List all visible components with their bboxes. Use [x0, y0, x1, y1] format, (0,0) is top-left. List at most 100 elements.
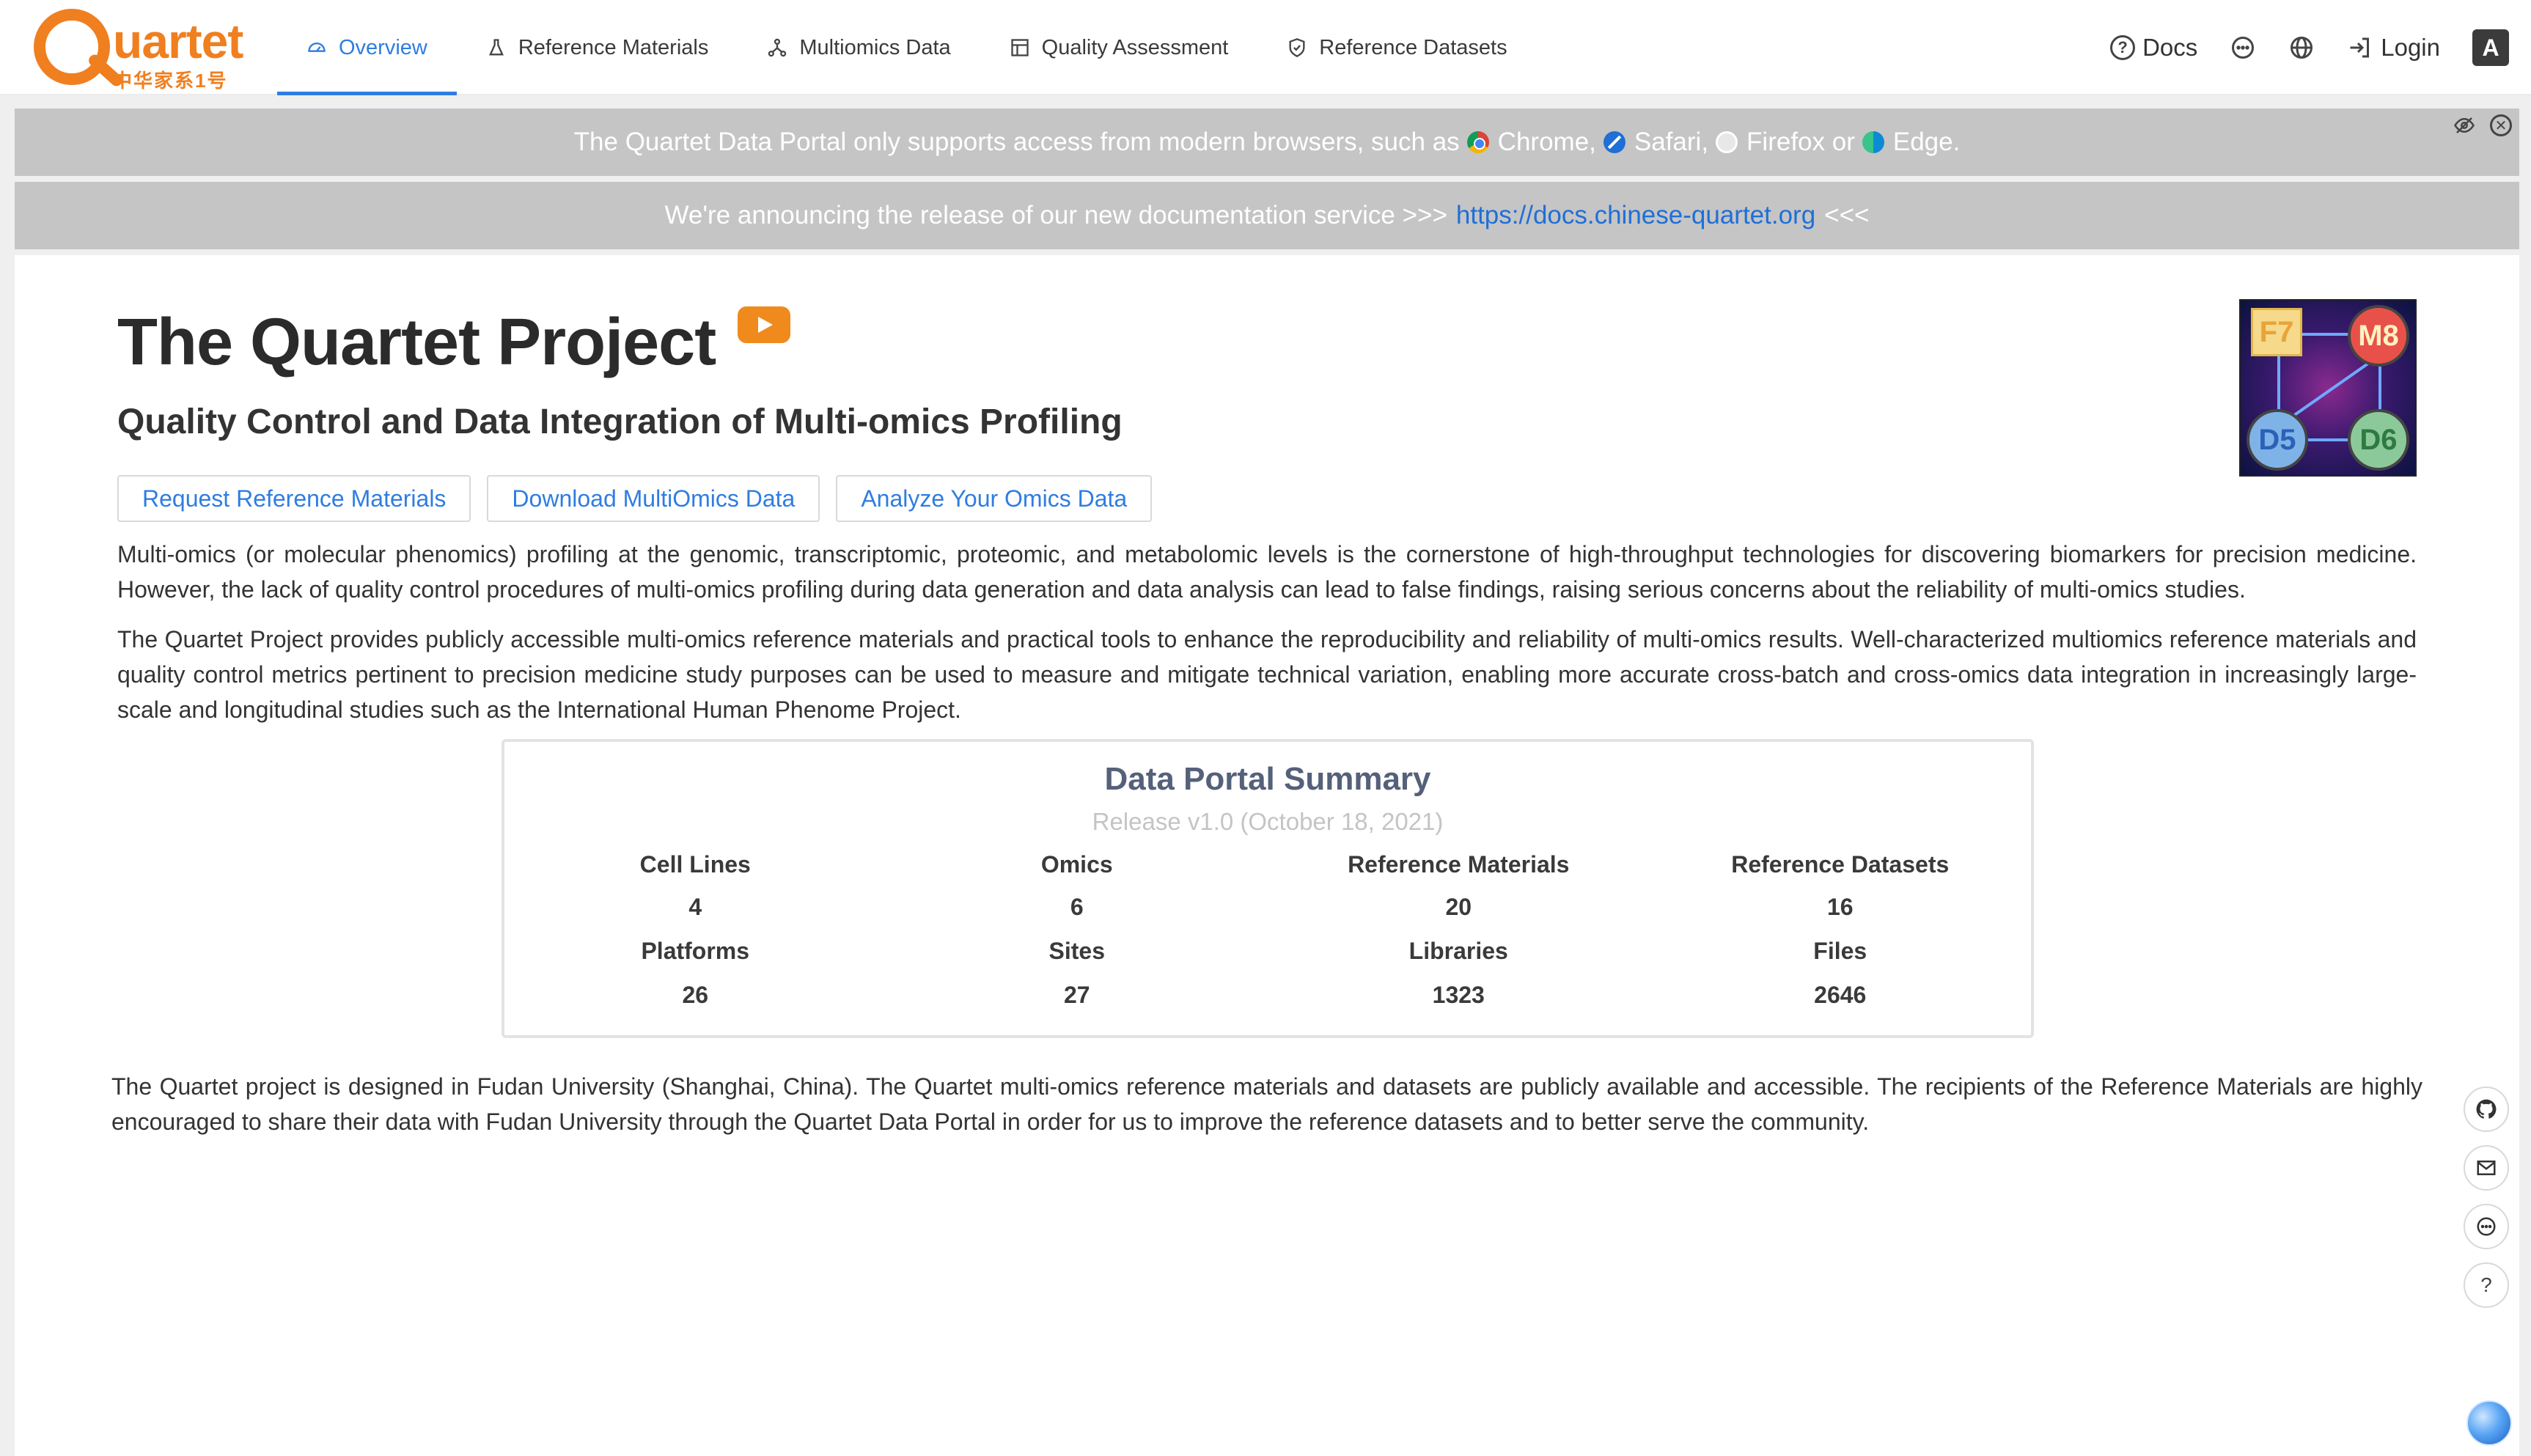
logo-f7: F7: [2251, 308, 2302, 356]
close-icon: ✕: [2494, 117, 2508, 134]
chrome-label: Chrome,: [1497, 128, 1596, 156]
stat-label: Reference Materials: [1348, 850, 1570, 878]
browser-banner-text: The Quartet Data Portal only supports ac…: [573, 128, 1460, 156]
page-subtitle: Quality Control and Data Integration of …: [117, 402, 1123, 441]
tab-reference-materials[interactable]: Reference Materials: [457, 0, 738, 95]
logo-d5: D5: [2247, 409, 2308, 471]
firefox-icon: [1716, 131, 1738, 153]
tab-multiomics-data[interactable]: Multiomics Data: [738, 0, 980, 95]
stat-label: Platforms: [641, 937, 750, 964]
help-button[interactable]: ?: [2464, 1262, 2509, 1308]
eye-off-icon: [2454, 117, 2475, 133]
tab-quality-assessment[interactable]: Quality Assessment: [980, 0, 1258, 95]
stat-value: 27: [1063, 981, 1090, 1008]
logo-q-ring: [34, 9, 110, 85]
app-store-icon: A: [2482, 34, 2499, 61]
content-shell: The Quartet Data Portal only supports ac…: [0, 95, 2531, 1456]
question-circle-icon: ?: [2110, 35, 2136, 60]
hide-banner-button[interactable]: [2453, 114, 2475, 136]
docs-banner-prefix: We're announcing the release of our new …: [664, 201, 1447, 229]
firefox-label: Firefox or: [1746, 128, 1855, 156]
mail-icon: [2477, 1161, 2496, 1175]
tab-overview[interactable]: Overview: [277, 0, 457, 95]
download-multiomics-data-button[interactable]: Download MultiOmics Data: [487, 475, 820, 522]
chat-button[interactable]: [2230, 34, 2256, 61]
tab-quality-assessment-label: Quality Assessment: [1041, 35, 1229, 59]
logo-line-top: [2302, 333, 2354, 336]
logo-line-left: [2277, 356, 2280, 412]
dashboard-icon: [308, 43, 326, 52]
video-play-button[interactable]: [738, 306, 790, 343]
edge-label: Edge.: [1892, 128, 1961, 156]
edge-icon: [1862, 131, 1884, 153]
stat-label: Libraries: [1408, 937, 1508, 964]
close-banner-button[interactable]: ✕: [2490, 114, 2512, 136]
tab-overview-label: Overview: [339, 35, 427, 59]
help-icon: ?: [2480, 1273, 2492, 1296]
flask-icon: [488, 39, 504, 56]
docs-announcement-banner: We're announcing the release of our new …: [15, 182, 2519, 249]
mail-button[interactable]: [2464, 1145, 2509, 1191]
intro-paragraph-2: The Quartet Project provides publicly ac…: [117, 626, 2417, 723]
docs-label: Docs: [2142, 34, 2198, 61]
tab-reference-materials-label: Reference Materials: [518, 35, 709, 59]
logo-wordmark: uartet: [113, 14, 243, 68]
main-card: The Quartet Project Quality Control and …: [15, 255, 2519, 1456]
tab-reference-datasets-label: Reference Datasets: [1319, 35, 1507, 59]
docs-banner-link[interactable]: https://docs.chinese-quartet.org: [1456, 201, 1815, 230]
logo-line-diagonal: [2292, 360, 2373, 417]
app-store-button[interactable]: A: [2472, 29, 2509, 66]
stat-value: 20: [1445, 893, 1472, 920]
summary-stats-grid: Cell Lines Omics Reference Materials Ref…: [504, 843, 2031, 1016]
network-icon: [768, 38, 787, 57]
login-icon: [2350, 37, 2370, 58]
stat-value: 4: [688, 893, 702, 920]
stat-label: Cell Lines: [639, 850, 751, 878]
stat-label: Reference Datasets: [1731, 850, 1950, 878]
summary-title: Data Portal Summary: [1104, 761, 1431, 797]
analyze-omics-data-button[interactable]: Analyze Your Omics Data: [836, 475, 1153, 522]
stat-value: 26: [682, 981, 709, 1008]
docs-link[interactable]: ? Docs: [2110, 34, 2197, 62]
shield-icon: [1289, 38, 1305, 57]
login-button[interactable]: Login: [2347, 34, 2440, 62]
globe-assistant-button[interactable]: [2466, 1400, 2512, 1446]
request-reference-materials-button[interactable]: Request Reference Materials: [117, 475, 471, 522]
language-button[interactable]: [2288, 34, 2315, 61]
logo-m8: M8: [2348, 305, 2409, 367]
browser-support-banner: The Quartet Data Portal only supports ac…: [15, 109, 2519, 176]
table-icon: [1010, 39, 1029, 56]
tab-reference-datasets[interactable]: Reference Datasets: [1257, 0, 1536, 95]
data-portal-summary: Data Portal Summary Release v1.0 (Octobe…: [502, 739, 2034, 1038]
github-icon: [2476, 1099, 2497, 1119]
login-label: Login: [2381, 34, 2440, 61]
stat-value: 2646: [1814, 981, 1867, 1008]
top-navigation: uartet 中华家系1号 Overview Reference Materia…: [0, 0, 2531, 95]
stat-label: Sites: [1048, 937, 1105, 964]
closing-paragraph: The Quartet project is designed in Fudan…: [111, 1073, 2422, 1135]
summary-release: Release v1.0 (October 18, 2021): [1092, 808, 1444, 835]
stat-value: 1323: [1432, 981, 1485, 1008]
stat-value: 6: [1070, 893, 1084, 920]
logo-chinese-text: 中华家系1号: [113, 70, 228, 92]
stat-label: Omics: [1040, 850, 1113, 878]
stat-value: 16: [1826, 893, 1854, 920]
banner-controls: ✕: [2453, 114, 2512, 136]
quartet-family-logo: F7 M8 D5 D6: [2239, 299, 2417, 477]
globe-icon: [2291, 37, 2313, 59]
logo-d6: D6: [2348, 409, 2409, 471]
logo-line-right: [2378, 367, 2381, 412]
stat-label: Files: [1813, 937, 1867, 964]
feedback-chat-button[interactable]: [2464, 1204, 2509, 1249]
docs-banner-suffix: <<<: [1824, 201, 1870, 229]
github-button[interactable]: [2464, 1087, 2509, 1132]
logo-line-bottom: [2308, 438, 2349, 441]
chat-bubble-icon: [2232, 37, 2255, 59]
chrome-icon: [1466, 131, 1489, 153]
nav-tabs: Overview Reference Materials Multiomics …: [277, 0, 1537, 95]
safari-icon: [1603, 131, 1626, 153]
nav-right-tools: ? Docs Login A: [2110, 0, 2509, 95]
quartet-logo[interactable]: uartet 中华家系1号: [34, 9, 246, 92]
hero-actions: Request Reference Materials Download Mul…: [117, 475, 1153, 522]
tab-multiomics-data-label: Multiomics Data: [799, 35, 951, 59]
